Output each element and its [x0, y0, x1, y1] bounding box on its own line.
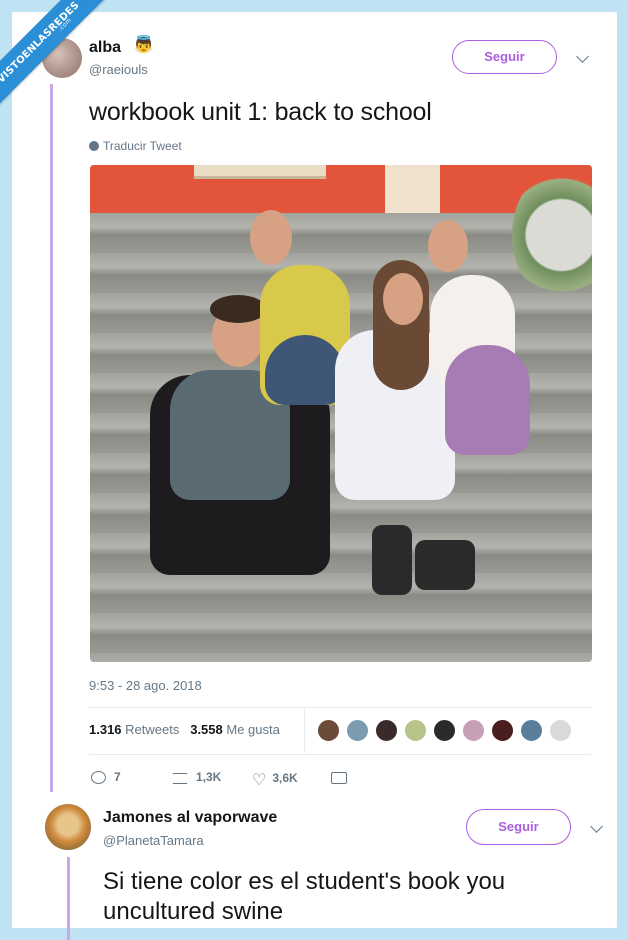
envelope-icon — [331, 772, 347, 784]
liker-avatar[interactable] — [491, 719, 514, 742]
reply-button[interactable]: 7 — [91, 770, 121, 784]
liker-avatar[interactable] — [433, 719, 456, 742]
photo-window — [194, 165, 326, 179]
likes-label[interactable]: Me gusta — [226, 722, 279, 737]
globe-icon — [89, 141, 99, 151]
liker-avatar[interactable] — [404, 719, 427, 742]
like-count: 3,6K — [272, 771, 298, 785]
reply-count: 7 — [114, 770, 121, 784]
photo-person — [265, 335, 345, 405]
photo-person — [445, 345, 530, 455]
tweet-stats: 1.316 Retweets 3.558 Me gusta — [89, 722, 280, 737]
photo-person — [372, 525, 412, 595]
chevron-down-icon[interactable] — [590, 820, 603, 833]
reply-author-avatar[interactable] — [45, 804, 91, 850]
translate-label: Traducir Tweet — [103, 139, 182, 153]
tweet-card: alba 👼 @raeiouls Seguir workbook unit 1:… — [12, 12, 617, 940]
tweet-photo[interactable] — [90, 165, 592, 662]
retweet-button[interactable]: 1,3K — [172, 770, 221, 784]
message-button[interactable] — [331, 770, 355, 784]
like-button[interactable]: ♡ 3,6K — [252, 770, 298, 790]
follow-button[interactable]: Seguir — [452, 40, 557, 74]
tweet-timestamp[interactable]: 9:53 - 28 ago. 2018 — [89, 678, 202, 693]
photo-face — [383, 273, 423, 325]
author-handle[interactable]: @raeiouls — [89, 62, 148, 77]
divider — [89, 707, 591, 708]
angel-emoji-icon: 👼 — [133, 35, 155, 54]
liker-avatar[interactable] — [462, 719, 485, 742]
thread-line — [67, 857, 70, 940]
translate-link[interactable]: Traducir Tweet — [89, 139, 182, 153]
liker-avatar[interactable] — [317, 719, 340, 742]
reply-follow-button[interactable]: Seguir — [466, 809, 571, 845]
divider — [89, 754, 591, 755]
retweet-count: 1,3K — [196, 770, 222, 784]
thread-line — [50, 84, 53, 792]
retweet-icon — [172, 773, 188, 784]
retweets-label[interactable]: Retweets — [125, 722, 179, 737]
chevron-down-icon[interactable] — [576, 50, 589, 63]
liker-avatar[interactable] — [375, 719, 398, 742]
heart-icon: ♡ — [252, 772, 267, 789]
likers-avatars — [317, 719, 578, 742]
liker-avatar[interactable] — [346, 719, 369, 742]
divider — [304, 709, 305, 753]
reply-icon — [91, 771, 106, 784]
likes-count[interactable]: 3.558 — [190, 722, 223, 737]
photo-face — [250, 210, 292, 265]
reply-text: Si tiene color es el student's book you … — [103, 868, 506, 925]
tweet-text: workbook unit 1: back to school — [89, 98, 432, 126]
photo-hair — [210, 295, 266, 323]
liker-avatar[interactable] — [549, 719, 572, 742]
reply-author-handle[interactable]: @PlanetaTamara — [103, 833, 204, 848]
liker-avatar[interactable] — [520, 719, 543, 742]
photo-person — [415, 540, 475, 590]
photo-face — [428, 220, 468, 272]
reply-author-name[interactable]: Jamones al vaporwave — [103, 809, 277, 827]
author-name[interactable]: alba — [89, 39, 121, 57]
retweets-count[interactable]: 1.316 — [89, 722, 122, 737]
